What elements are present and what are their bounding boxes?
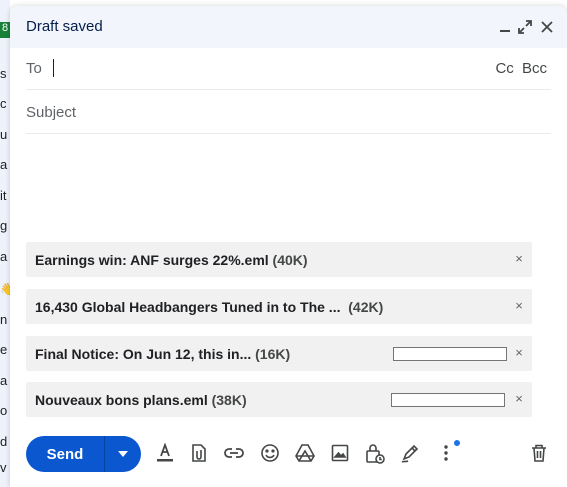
send-button[interactable]: Send xyxy=(26,436,105,472)
attachment-size: (40K) xyxy=(272,252,308,268)
attachment-label: 16,430 Global Headbangers Tuned in to Th… xyxy=(35,299,383,315)
message-body[interactable] xyxy=(26,136,551,236)
send-button-group: Send xyxy=(26,436,141,472)
background-emoji: 👋 xyxy=(0,282,10,296)
minimize-icon[interactable] xyxy=(496,18,514,36)
attachment-name: Earnings win: ANF surges 22%.eml xyxy=(35,252,269,268)
compose-window: Draft saved To Cc Bcc Subject Earnings w… xyxy=(10,6,567,487)
attachment-chip[interactable]: Nouveaux bons plans.eml (38K) × xyxy=(26,382,532,417)
insert-emoji-icon[interactable] xyxy=(259,442,281,464)
google-drive-icon[interactable] xyxy=(294,442,316,464)
attachment-label: Earnings win: ANF surges 22%.eml (40K) xyxy=(35,252,308,268)
compose-titlebar[interactable]: Draft saved xyxy=(10,6,567,48)
background-page-strip: 8 s c u a it g a 👋 n e a o d v xyxy=(0,0,10,487)
attachment-label: Final Notice: On Jun 12, this in... (16K… xyxy=(35,346,290,362)
formatting-options-icon[interactable] xyxy=(154,442,176,464)
upload-progress-bar xyxy=(393,347,507,361)
cc-link[interactable]: Cc xyxy=(495,60,513,77)
upload-progress-bar xyxy=(391,393,505,407)
signature-icon[interactable] xyxy=(399,442,421,464)
background-text: c xyxy=(0,96,7,111)
notification-dot xyxy=(454,440,460,446)
attachment-chip[interactable]: Earnings win: ANF surges 22%.eml (40K) × xyxy=(26,242,532,277)
attachment-size: (38K) xyxy=(211,392,247,408)
background-text: n xyxy=(0,312,8,327)
remove-attachment-icon[interactable]: × xyxy=(512,299,526,313)
more-options-icon[interactable] xyxy=(435,442,457,464)
background-text: e xyxy=(0,342,8,357)
attachment-size: (16K) xyxy=(255,346,291,362)
fullscreen-icon[interactable] xyxy=(516,18,534,36)
attachment-chip[interactable]: 16,430 Global Headbangers Tuned in to Th… xyxy=(26,289,532,324)
background-text: a xyxy=(0,373,8,388)
background-text: o xyxy=(0,403,8,418)
attachment-name: 16,430 Global Headbangers Tuned in to Th… xyxy=(35,299,341,315)
background-text: a xyxy=(0,157,8,172)
attachment-label: Nouveaux bons plans.eml (38K) xyxy=(35,392,247,408)
cc-bcc-links: Cc Bcc xyxy=(491,60,547,77)
insert-link-icon[interactable] xyxy=(223,442,245,464)
background-text: g xyxy=(0,218,8,233)
background-sheet-icon: 8 xyxy=(0,22,10,38)
send-options-button[interactable] xyxy=(105,436,141,472)
subject-input[interactable]: Subject xyxy=(26,104,76,121)
subject-row[interactable]: Subject xyxy=(26,94,551,134)
compose-toolbar: Send xyxy=(10,434,567,474)
background-text: s xyxy=(0,66,7,81)
attach-files-icon[interactable] xyxy=(188,442,210,464)
insert-photo-icon[interactable] xyxy=(329,442,351,464)
background-text: it xyxy=(0,188,7,203)
discard-draft-icon[interactable] xyxy=(528,442,550,464)
background-text: a xyxy=(0,249,8,264)
confidential-mode-icon[interactable] xyxy=(364,442,386,464)
text-caret xyxy=(53,59,54,77)
to-input[interactable] xyxy=(52,56,452,82)
to-label: To xyxy=(26,60,42,77)
background-text: v xyxy=(0,460,7,475)
compose-title: Draft saved xyxy=(26,18,103,35)
chevron-down-icon xyxy=(118,451,128,457)
background-text: u xyxy=(0,127,8,142)
to-row: To Cc Bcc xyxy=(26,50,551,90)
attachment-size: (42K) xyxy=(348,299,384,315)
attachment-name: Final Notice: On Jun 12, this in... xyxy=(35,346,252,362)
attachment-name: Nouveaux bons plans.eml xyxy=(35,392,208,408)
background-text: d xyxy=(0,434,8,449)
remove-attachment-icon[interactable]: × xyxy=(512,346,526,360)
close-icon[interactable] xyxy=(538,18,556,36)
attachment-chip[interactable]: Final Notice: On Jun 12, this in... (16K… xyxy=(26,336,532,371)
bcc-link[interactable]: Bcc xyxy=(522,60,547,77)
remove-attachment-icon[interactable]: × xyxy=(512,252,526,266)
remove-attachment-icon[interactable]: × xyxy=(512,392,526,406)
